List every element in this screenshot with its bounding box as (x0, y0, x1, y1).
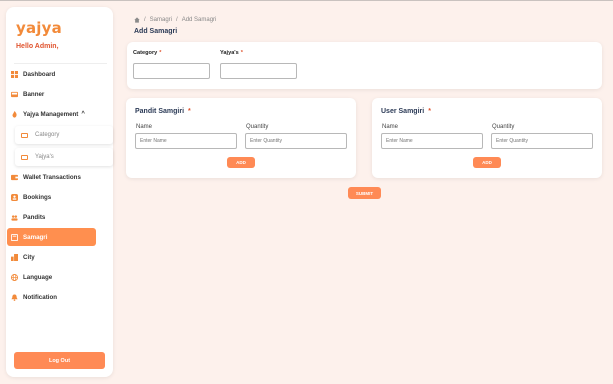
sidebar-subitem-label: Yajya's (35, 154, 54, 160)
user-name-label: Name (382, 124, 399, 130)
banner-icon (11, 91, 18, 97)
tag-icon (21, 154, 28, 160)
user-samgiri-title-text: User Samgiri (381, 108, 425, 115)
pandit-quantity-input[interactable] (245, 133, 347, 149)
sidebar-item-label: Language (23, 273, 53, 281)
sidebar-item-city[interactable]: City (6, 250, 113, 264)
pandit-quantity-label: Quantity (246, 124, 269, 130)
user-samgiri-title: User Samgiri * (381, 108, 431, 115)
user-samgiri-card: User Samgiri* Name Quantity ADD (372, 98, 602, 178)
sidebar-divider (14, 63, 107, 64)
breadcrumb-item-samagri[interactable]: Samagri (150, 17, 172, 23)
sidebar-item-yajya-management[interactable]: Yajya Management ^ (6, 107, 113, 121)
city-icon (11, 253, 18, 261)
breadcrumb-separator: / (144, 17, 146, 23)
greeting-text: Hello Admin, (16, 43, 59, 50)
pandit-samgiri-title: Pandit Samgiri * (135, 108, 191, 115)
sidebar-item-label: Samagri (23, 233, 48, 241)
user-add-button[interactable]: ADD (473, 157, 501, 168)
sidebar-item-bookings[interactable]: Bookings (6, 190, 113, 204)
people-icon (11, 214, 18, 221)
flame-icon (12, 110, 17, 118)
breadcrumb-separator: / (176, 17, 178, 23)
category-label: Category * (133, 50, 161, 56)
sidebar-item-wallet-transactions[interactable]: Wallet Transactions (6, 170, 113, 184)
pandit-add-button[interactable]: ADD (227, 157, 255, 168)
tag-icon (21, 132, 28, 138)
user-quantity-label: Quantity (492, 124, 515, 130)
sidebar-item-label: Dashboard (23, 70, 56, 78)
sidebar-item-samagri[interactable]: Samagri (7, 228, 96, 246)
sidebar-item-label: Wallet Transactions (23, 173, 81, 181)
bookings-icon (11, 193, 18, 201)
breadcrumb: / Samagri / Add Samagri (134, 17, 220, 23)
wallet-icon (11, 174, 18, 180)
sidebar-item-label: Yajya Management (23, 110, 79, 118)
sidebar-item-label: Banner (23, 90, 45, 98)
sidebar-item-notification[interactable]: Notification (6, 290, 113, 304)
globe-icon (11, 273, 18, 281)
submit-button[interactable]: SUBMIT (348, 187, 381, 199)
user-name-input[interactable] (381, 133, 483, 149)
pandit-name-input[interactable] (135, 133, 237, 149)
app-logo: yajya (16, 19, 62, 37)
required-asterisk: * (159, 50, 162, 56)
chevron-up-icon: ^ (81, 111, 85, 117)
sidebar: yajya Hello Admin, Dashboard Banner Yajy… (6, 7, 113, 377)
bell-icon (11, 293, 18, 301)
sidebar-subitem-yajyas[interactable]: Yajya's (15, 148, 113, 166)
sidebar-item-banner[interactable]: Banner (6, 87, 113, 101)
top-border (0, 0, 613, 1)
home-icon[interactable] (134, 17, 140, 23)
sidebar-item-language[interactable]: Language (6, 270, 113, 284)
sidebar-item-label: City (23, 253, 35, 261)
sidebar-subitem-category[interactable]: Category (15, 126, 113, 144)
required-asterisk: * (188, 108, 191, 115)
required-asterisk: * (428, 108, 431, 115)
sidebar-item-pandits[interactable]: Pandits (6, 210, 113, 224)
yajya-label: Yajya's * (220, 50, 243, 56)
dashboard-icon (11, 70, 18, 78)
sidebar-item-label: Notification (23, 293, 58, 301)
filter-card: Category * Yajya's * (127, 42, 602, 89)
sidebar-item-label: Bookings (23, 193, 52, 201)
pandit-samgiri-title-text: Pandit Samgiri (135, 108, 185, 115)
required-asterisk: * (240, 50, 243, 56)
sidebar-subitem-label: Category (35, 132, 60, 138)
pandit-samgiri-card: Pandit Samgiri* Name Quantity ADD (126, 98, 356, 178)
logout-button[interactable]: Log Out (14, 352, 105, 369)
samagri-icon (11, 233, 18, 241)
sidebar-item-dashboard[interactable]: Dashboard (6, 67, 113, 81)
user-quantity-input[interactable] (491, 133, 593, 149)
yajya-label-text: Yajya's (220, 50, 239, 56)
category-label-text: Category (133, 50, 158, 56)
yajya-select[interactable] (220, 63, 297, 79)
pandit-name-label: Name (136, 124, 153, 130)
breadcrumb-item-add-samagri: Add Samagri (181, 17, 217, 23)
page-title: Add Samagri (134, 28, 178, 35)
category-select[interactable] (133, 63, 210, 79)
sidebar-item-label: Pandits (23, 213, 46, 221)
